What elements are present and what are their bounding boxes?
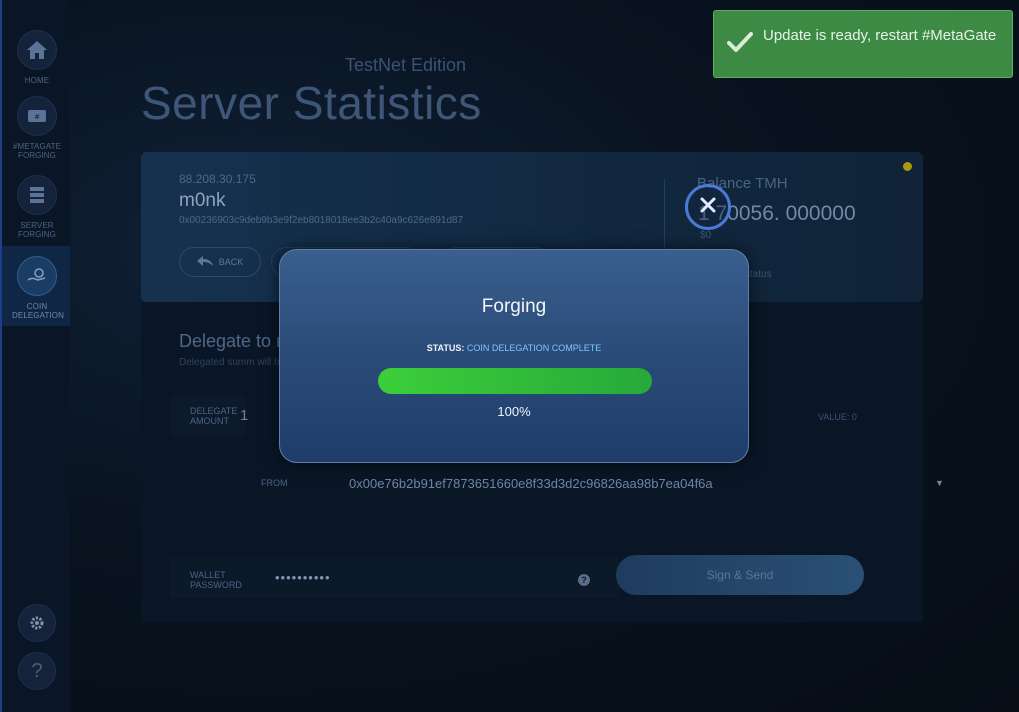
- sidebar-item-label: SERVER FORGING: [17, 221, 57, 239]
- password-field-box: WALLET PASSWORD: [170, 556, 619, 598]
- hand-coin-icon: [17, 256, 57, 296]
- from-label: FROM: [261, 478, 288, 488]
- progress-percent: 100%: [497, 404, 531, 419]
- server-hash: 0x00236903c9deb9b3e9f2eb8018018ee3b2c40a…: [179, 215, 464, 226]
- svg-text:#: #: [34, 113, 40, 121]
- from-address-select[interactable]: 0x00e76b2b91ef7873651660e8f33d3d2c96826a…: [349, 476, 713, 491]
- edition-label: TestNet Edition: [345, 55, 467, 75]
- max-value: VALUE: 0: [818, 412, 857, 422]
- modal-status: STATUS: COIN DELEGATION COMPLETE: [280, 343, 748, 353]
- password-label-line1: WALLET: [190, 570, 226, 580]
- update-toast[interactable]: Update is ready, restart #MetaGate: [713, 10, 1013, 78]
- server-ip: 88.208.30.175: [179, 172, 256, 186]
- amount-label-line2: AMOUNT: [190, 416, 229, 426]
- sign-send-button[interactable]: Sign & Send: [616, 555, 864, 595]
- password-label: WALLET PASSWORD: [190, 570, 242, 590]
- amount-input[interactable]: 1: [240, 407, 248, 424]
- sidebar-item-coin-delegation[interactable]: COIN DELEGATION: [2, 246, 72, 326]
- help-button[interactable]: ?: [2, 652, 72, 690]
- progress-bar: [378, 368, 652, 394]
- back-label: BACK: [218, 257, 244, 267]
- progress-fill: [378, 368, 652, 394]
- wallet-tag-icon: #: [17, 96, 57, 136]
- sidebar-item-metagate-forging[interactable]: # #METAGATE FORGING: [2, 96, 72, 160]
- close-modal-button[interactable]: [685, 184, 731, 230]
- settings-button[interactable]: [2, 604, 72, 642]
- sidebar-item-home[interactable]: HOME: [2, 30, 72, 85]
- sidebar-item-server-forging[interactable]: SERVER FORGING: [2, 175, 72, 239]
- status-value: COIN DELEGATION COMPLETE: [466, 343, 602, 353]
- usd-value: $0: [700, 230, 712, 241]
- home-icon: [17, 30, 57, 70]
- password-input[interactable]: ••••••••••: [275, 570, 331, 585]
- page-title: Server Statistics: [141, 77, 482, 129]
- check-icon: [727, 31, 753, 58]
- back-arrow-icon: [196, 256, 213, 268]
- sidebar-item-label: COIN DELEGATION: [12, 302, 64, 320]
- status-key: STATUS:: [426, 343, 465, 353]
- delegate-subtitle: Delegated summ will b: [179, 357, 280, 368]
- sidebar-item-label: HOME: [24, 76, 50, 85]
- password-help-icon[interactable]: ?: [578, 574, 590, 586]
- forging-modal: Forging STATUS: COIN DELEGATION COMPLETE…: [279, 249, 749, 463]
- chevron-down-icon[interactable]: ▼: [935, 478, 944, 488]
- close-icon: [698, 195, 718, 220]
- amount-label: DELEGATE AMOUNT: [190, 406, 237, 426]
- server-icon: [17, 175, 57, 215]
- amount-label-box: DELEGATE AMOUNT: [170, 396, 246, 436]
- amount-label-line1: DELEGATE: [190, 406, 238, 416]
- status-indicator: [903, 162, 912, 171]
- back-button[interactable]: BACK: [179, 247, 261, 277]
- modal-title: Forging: [481, 296, 547, 317]
- card-divider: [664, 179, 665, 249]
- gear-icon: [18, 604, 56, 642]
- delegate-title: Delegate to n: [179, 331, 287, 351]
- server-name: m0nk: [179, 190, 226, 211]
- sidebar: HOME # #METAGATE FORGING SERVER FORGING …: [0, 0, 72, 712]
- sidebar-item-label: #METAGATE FORGING: [12, 142, 62, 160]
- password-label-line2: PASSWORD: [190, 580, 242, 590]
- help-icon: ?: [18, 652, 56, 690]
- toast-message: Update is ready, restart #MetaGate: [763, 27, 997, 44]
